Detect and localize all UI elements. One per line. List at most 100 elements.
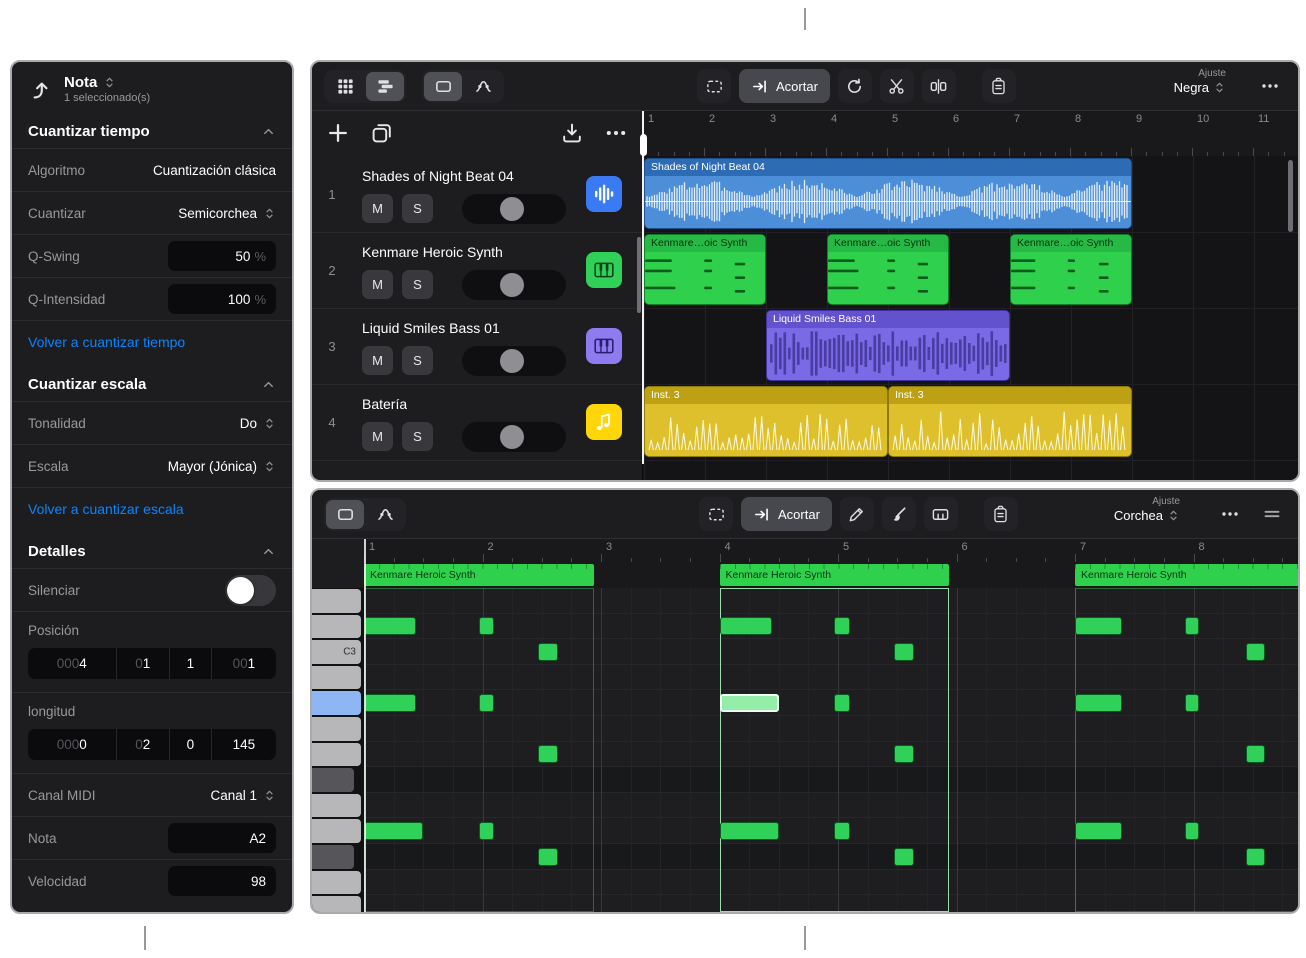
track-region[interactable]: Kenmare…oic Synth [644,234,766,305]
automation-button[interactable] [464,72,502,101]
add-track-icon[interactable] [326,121,350,145]
midi-note[interactable] [1075,694,1122,712]
editor-region-header[interactable]: Kenmare Heroic Synth [720,564,950,586]
track-icon[interactable] [586,176,622,212]
midi-note[interactable] [894,643,914,661]
region-tool-button[interactable] [326,500,364,529]
trim-button[interactable]: Acortar [741,497,832,531]
midi-note[interactable] [834,822,849,840]
piano-key[interactable] [312,845,354,869]
velocity-field[interactable]: 98 [168,866,276,896]
editor-grid[interactable] [364,588,1298,912]
track-region[interactable]: Inst. 3 [888,386,1132,457]
midi-note[interactable] [1246,643,1265,661]
editor-resize-handle[interactable] [1258,500,1286,528]
grid-view-button[interactable] [326,72,364,101]
mute-button[interactable]: M [362,346,393,375]
note-field[interactable]: A2 [168,823,276,853]
quantize-time-section-header[interactable]: Cuantizar tiempo [12,110,292,148]
volume-slider[interactable] [462,422,566,452]
track-icon[interactable] [586,252,622,288]
mute-toggle[interactable] [225,575,276,606]
midi-note[interactable] [834,617,849,635]
solo-button[interactable]: S [402,194,433,223]
volume-knob[interactable] [500,197,524,221]
piano-key[interactable]: C3 [312,640,361,664]
piano-key[interactable] [312,794,361,818]
mute-button[interactable]: M [362,194,393,223]
key-row[interactable]: Tonalidad Do [12,401,292,444]
track-icon[interactable] [586,404,622,440]
playhead[interactable] [642,110,644,464]
scissors-button[interactable] [880,69,914,103]
pencil-button[interactable] [840,497,874,531]
midi-note[interactable] [720,617,772,635]
editor-more-button[interactable] [1214,498,1246,530]
details-section-header[interactable]: Detalles [12,530,292,568]
midi-note[interactable] [1185,694,1199,712]
track-list-scrollbar[interactable] [637,237,641,313]
editor-ruler[interactable]: 12345678 [364,538,1298,563]
midi-note[interactable] [538,745,558,763]
midi-note[interactable] [1075,617,1122,635]
midi-note[interactable] [1246,848,1265,866]
midi-note[interactable] [720,822,779,840]
playhead-handle[interactable] [640,134,647,156]
volume-slider[interactable] [462,194,566,224]
volume-slider[interactable] [462,346,566,376]
midi-note[interactable] [1246,745,1265,763]
tracks-ruler[interactable]: 1234567891011 [642,110,1298,157]
midi-note[interactable] [479,694,494,712]
tracks-view-button[interactable] [366,72,404,101]
q-swing-field[interactable]: 50 % [168,241,276,271]
deselect-icon[interactable] [28,77,52,101]
import-track-icon[interactable] [560,121,584,145]
track-region[interactable]: Kenmare…oic Synth [827,234,949,305]
tracks-scrollbar[interactable] [1288,160,1293,232]
piano-key[interactable] [312,743,361,767]
quantize-scale-section-header[interactable]: Cuantizar escala [12,363,292,401]
solo-button[interactable]: S [402,346,433,375]
midi-note[interactable] [479,617,494,635]
requantize-scale-link[interactable]: Volver a cuantizar escala [28,501,184,517]
midi-note[interactable] [364,694,416,712]
midi-note[interactable] [538,643,558,661]
solo-button[interactable]: S [402,270,433,299]
trim-button[interactable]: Acortar [739,69,830,103]
editor-playhead[interactable] [364,538,366,912]
loop-button[interactable] [838,69,872,103]
inspector-title[interactable]: Nota [64,74,97,91]
volume-knob[interactable] [500,425,524,449]
midi-note[interactable] [479,822,494,840]
position-field[interactable]: 0004011001 [28,648,276,679]
midi-note[interactable] [834,694,849,712]
brush-button[interactable] [882,497,916,531]
midi-note[interactable] [894,745,914,763]
track-region[interactable]: Inst. 3 [644,386,888,457]
track-icon[interactable] [586,328,622,364]
mute-button[interactable]: M [362,422,393,451]
midi-note[interactable] [364,617,416,635]
midi-note[interactable] [1075,822,1122,840]
midi-note-selected[interactable] [720,694,779,712]
piano-key[interactable] [312,896,361,912]
track-row[interactable]: 3Liquid Smiles Bass 01MS [312,308,642,385]
paste-button[interactable] [982,69,1016,103]
keyboard-button[interactable] [924,497,958,531]
piano-key[interactable] [312,615,361,639]
piano-key[interactable] [312,666,361,690]
midi-note[interactable] [364,822,423,840]
marquee-button[interactable] [699,497,733,531]
region-area[interactable]: Shades of Night Beat 04Kenmare…oic Synth… [642,156,1298,480]
tracks-more-button[interactable] [1254,70,1286,102]
track-region[interactable]: Kenmare…oic Synth [1010,234,1132,305]
midi-note[interactable] [1185,822,1199,840]
requantize-time-link[interactable]: Volver a cuantizar tiempo [28,334,185,350]
editor-snap-control[interactable]: Ajuste Corchea [1114,496,1180,523]
volume-knob[interactable] [500,349,524,373]
track-region[interactable]: Shades of Night Beat 04 [644,158,1132,229]
piano-key[interactable] [312,819,361,843]
duplicate-track-icon[interactable] [370,121,394,145]
midi-note[interactable] [894,848,914,866]
automation-button[interactable] [366,500,404,529]
